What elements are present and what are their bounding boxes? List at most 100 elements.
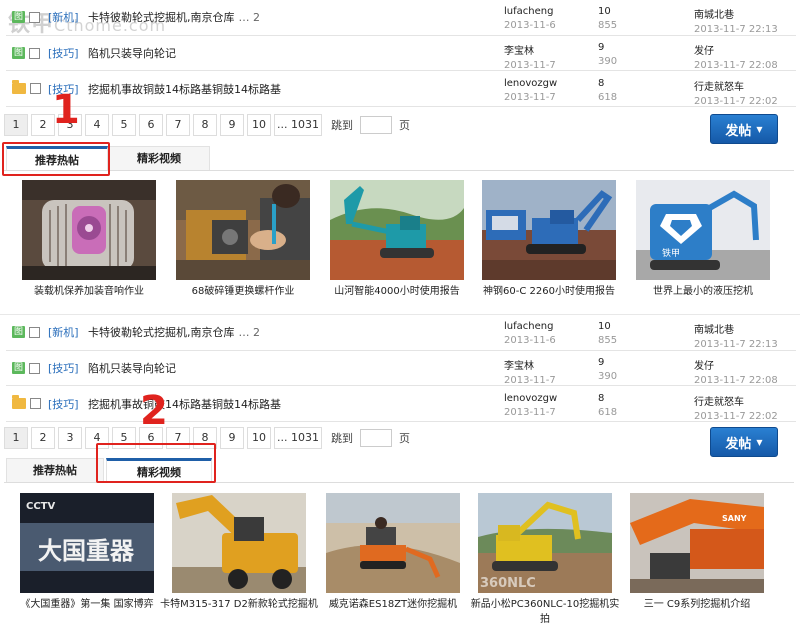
new-post-button[interactable]: 发帖 ▼: [710, 427, 778, 457]
thread-last-user[interactable]: 行走就怒车: [694, 393, 778, 408]
page-link[interactable]: 8: [193, 114, 217, 136]
page-link[interactable]: 9: [220, 427, 244, 449]
thread-tag[interactable]: [技巧]: [48, 45, 79, 61]
thread-row[interactable]: 图 [技巧] 陷机只装导向轮记 李宝林 2013-11-7 9 390 发仔 2013…: [6, 38, 796, 71]
thread-author[interactable]: 李宝林: [504, 357, 556, 372]
video-caption[interactable]: 卡特M315-317 D2新款轮式挖掘机: [160, 597, 318, 612]
thread-tag[interactable]: [技巧]: [48, 396, 79, 412]
thread-date: 2013-11-6: [504, 20, 556, 31]
thread-row[interactable]: 图 [技巧] 陷机只装导向轮记 李宝林 2013-11-7 9 390 发仔 2013…: [6, 353, 796, 386]
thread-author[interactable]: lenovozgw: [504, 393, 557, 404]
hot-post-caption[interactable]: 世界上最小的液压挖机: [624, 284, 782, 299]
page-link[interactable]: 10: [247, 114, 271, 136]
thread-replies: 10: [598, 6, 611, 17]
page-link[interactable]: 5: [112, 114, 136, 136]
divider: [6, 385, 796, 386]
repair-photo[interactable]: [176, 180, 310, 280]
thread-checkbox[interactable]: [30, 398, 41, 409]
video-caption[interactable]: 新品小松PC360NLC-10挖掘机实拍: [466, 597, 624, 627]
thread-row[interactable]: 图 [新机] 卡特彼勒轮式挖掘机,南京仓库… 2 lufacheng 2013-1…: [6, 317, 796, 350]
thread-author[interactable]: 李宝林: [504, 42, 556, 57]
mini-excavator-photo[interactable]: 铁甲: [636, 180, 770, 280]
thread-title[interactable]: 挖掘机事故铜鼓14标路基铜鼓14标路基: [88, 396, 281, 412]
thread-date: 2013-11-7: [504, 92, 556, 103]
tv-video-thumbnail[interactable]: CCTV 大国重器: [20, 493, 154, 593]
new-post-button[interactable]: 发帖 ▼: [710, 114, 778, 144]
thread-last-user[interactable]: 发仔: [694, 357, 778, 372]
image-icon: 图: [12, 47, 25, 59]
page-suffix: 页: [398, 432, 410, 445]
page-jump-input[interactable]: [359, 116, 392, 134]
thread-author[interactable]: lufacheng: [504, 321, 556, 332]
thread-title[interactable]: 卡特彼勒轮式挖掘机,南京仓库… 2: [88, 324, 260, 340]
excavator-video-thumbnail[interactable]: [172, 493, 306, 593]
thread-checkbox[interactable]: [29, 11, 40, 23]
page-link[interactable]: 6: [139, 114, 163, 136]
highlight-box: [2, 142, 110, 176]
thread-row[interactable]: [技巧] 挖掘机事故铜鼓14标路基铜鼓14标路基 lenovozgw 2013-1…: [6, 389, 796, 422]
video-caption[interactable]: 《大国重器》第一集 国家博弈: [8, 597, 166, 612]
page-link[interactable]: 4: [85, 114, 109, 136]
thread-row[interactable]: [技巧] 挖掘机事故铜鼓14标路基铜鼓14标路基 lenovozgw 2013-1…: [6, 74, 796, 107]
thread-checkbox[interactable]: [29, 362, 40, 374]
excavator-video-thumbnail[interactable]: 360NLC: [478, 493, 612, 593]
thread-checkbox[interactable]: [29, 47, 40, 59]
hot-post-caption[interactable]: 装载机保养加装音响作业: [10, 284, 168, 299]
divider: [6, 350, 796, 351]
thread-replies: 9: [598, 42, 605, 53]
page-link[interactable]: 1: [4, 427, 28, 449]
video-caption[interactable]: 三一 C9系列挖掘机介绍: [618, 597, 776, 612]
video-thumb-title: 大国重器: [38, 537, 135, 565]
page-link[interactable]: 9: [220, 114, 244, 136]
hot-post-caption[interactable]: 68破碎锤更换螺杆作业: [164, 284, 322, 299]
thread-pages[interactable]: … 2: [239, 326, 261, 339]
excavator-photo[interactable]: [330, 180, 464, 280]
thread-last-user[interactable]: 南城北巷: [694, 321, 778, 336]
page-link[interactable]: 3: [58, 427, 82, 449]
page-link[interactable]: 1: [4, 114, 28, 136]
thread-title[interactable]: 卡特彼勒轮式挖掘机,南京仓库… 2: [88, 9, 260, 25]
thread-author[interactable]: lufacheng: [504, 6, 556, 17]
thread-views: 390: [598, 56, 618, 67]
thread-tag[interactable]: [技巧]: [48, 360, 79, 376]
thread-date: 2013-11-7: [504, 407, 556, 418]
tab-hot-posts[interactable]: 推荐热帖: [6, 458, 104, 482]
thread-last-user[interactable]: 发仔: [694, 42, 778, 57]
page-jump-input[interactable]: [359, 429, 392, 447]
thread-tag[interactable]: [新机]: [48, 9, 79, 25]
thread-title[interactable]: 挖掘机事故铜鼓14标路基铜鼓14标路基: [88, 81, 281, 97]
chevron-down-icon: ▼: [756, 437, 763, 447]
thread-tag[interactable]: [新机]: [48, 324, 79, 340]
hot-post-caption[interactable]: 山河智能4000小时使用报告: [318, 284, 476, 299]
thread-checkbox[interactable]: [29, 326, 40, 338]
thread-views: 855: [598, 335, 618, 346]
thread-last-time: 2013-11-7 22:13: [694, 24, 778, 35]
thread-title[interactable]: 陷机只装导向轮记: [88, 360, 176, 376]
thread-title[interactable]: 陷机只装导向轮记: [88, 45, 176, 61]
thread-pages[interactable]: … 2: [239, 11, 261, 24]
thread-row[interactable]: 图 [新机] 卡特彼勒轮式挖掘机,南京仓库… 2 lufacheng 2013-1…: [6, 2, 796, 35]
excavator-photo[interactable]: [482, 180, 616, 280]
page-link[interactable]: 2: [31, 427, 55, 449]
thread-replies: 8: [598, 78, 605, 89]
tab-videos[interactable]: 精彩视频: [108, 146, 210, 170]
page-link-last[interactable]: ... 1031: [274, 114, 322, 136]
thread-last-user[interactable]: 南城北巷: [694, 6, 778, 21]
image-icon: 图: [12, 326, 25, 338]
excavator-video-thumbnail[interactable]: SANY: [630, 493, 764, 593]
jump-label: 跳到: [330, 119, 353, 132]
tv-channel-label: CCTV: [26, 501, 55, 512]
page-link[interactable]: 7: [166, 114, 190, 136]
page-link-last[interactable]: ... 1031: [274, 427, 322, 449]
mini-excavator-video-thumbnail[interactable]: [326, 493, 460, 593]
hot-post-caption[interactable]: 神钢60-C 2260小时使用报告: [470, 284, 628, 299]
thread-checkbox[interactable]: [30, 83, 41, 94]
thread-author[interactable]: lenovozgw: [504, 78, 557, 89]
page-link[interactable]: 10: [247, 427, 271, 449]
thread-views: 618: [598, 92, 618, 103]
video-caption[interactable]: 威克诺森ES18ZT迷你挖掘机: [314, 597, 472, 612]
machine-cover-photo[interactable]: [22, 180, 156, 280]
thread-last-user[interactable]: 行走就怒车: [694, 78, 778, 93]
divider: [6, 35, 796, 36]
panel-videos: 图 [新机] 卡特彼勒轮式挖掘机,南京仓库… 2 lufacheng 2013-1…: [0, 315, 800, 630]
